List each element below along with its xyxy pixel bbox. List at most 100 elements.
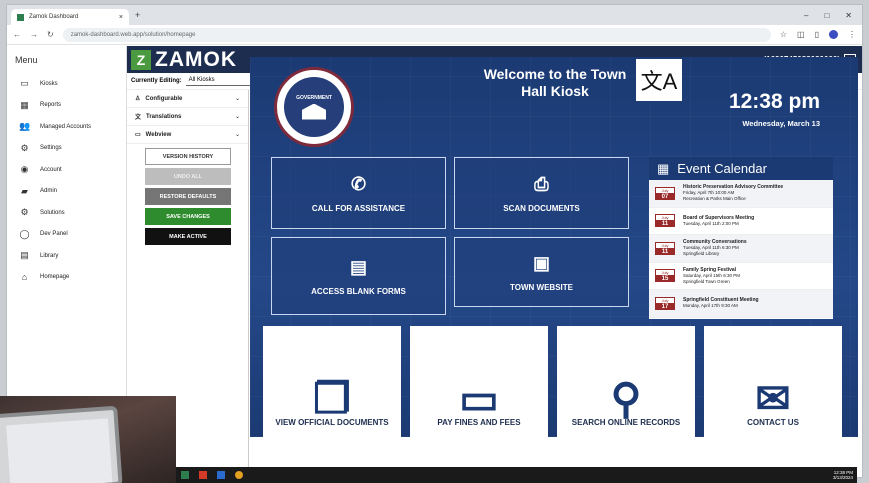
editing-label: Currently Editing:	[131, 78, 182, 84]
sidebar-item-solutions[interactable]: ⚙ Solutions	[7, 202, 126, 224]
sidebar-item-label: Kiosks	[40, 80, 58, 87]
browser-menu-icon[interactable]: ⋮	[848, 30, 856, 39]
app-icon[interactable]	[217, 471, 225, 479]
app-icon[interactable]	[181, 471, 189, 479]
sidebar-item-account[interactable]: ◉ Account	[7, 159, 126, 181]
solutions-icon: ⚙	[20, 207, 29, 218]
tab-favicon-icon	[17, 13, 24, 21]
logo-mark: Z	[131, 49, 151, 70]
sidebar-item-label: Library	[40, 252, 59, 259]
config-section-webview[interactable]: ▭ Webview ⌄	[127, 126, 248, 144]
sidebar-item-kiosks[interactable]: ▭ Kiosks	[7, 73, 126, 95]
monitor-icon: ▭	[20, 78, 29, 89]
configurable-icon: ♙	[135, 96, 141, 102]
scan-documents-tile[interactable]: ⎙ SCAN DOCUMENTS	[454, 157, 629, 229]
bookmark-star-icon[interactable]: ☆	[780, 30, 787, 39]
browser-tabbar: Zamok Dashboard × + – □ ✕	[7, 5, 862, 25]
extensions-icon[interactable]: ◫	[797, 30, 805, 39]
calendar-event[interactable]: July 15 Family Spring Festival Saturday, Ap…	[649, 263, 833, 290]
event-month: July	[655, 214, 675, 222]
dev-panel-icon: ◯	[19, 228, 30, 239]
browser-app-icon[interactable]	[235, 471, 243, 479]
welcome-heading: Welcome to the Town Hall Kiosk	[483, 66, 627, 99]
event-details: Board of Supervisors Meeting Tuesday, Apr…	[683, 215, 754, 227]
config-section-translations[interactable]: 文 Translations ⌄	[127, 108, 248, 126]
tile-label: PAY FINES AND FEES	[437, 418, 521, 427]
tile-label: VIEW OFFICIAL DOCUMENTS	[275, 418, 389, 427]
sidebar-item-label: Account	[40, 166, 62, 173]
calendar-event[interactable]: July 17 Springfield Constituent Meeting Mon…	[649, 290, 833, 318]
sidebar-item-admin[interactable]: ▰ Admin	[7, 181, 126, 203]
briefcase-icon: ▰	[21, 185, 28, 196]
pay-fines-and-fees-tile[interactable]: ▭ PAY FINES AND FEES	[410, 326, 548, 437]
new-tab-button[interactable]: +	[135, 10, 140, 20]
calendar-header: ▦ Event Calendar	[649, 157, 833, 180]
sidebar-item-managed-accounts[interactable]: 👥 Managed Accounts	[7, 116, 126, 138]
sidebar-item-reports[interactable]: ▦ Reports	[7, 95, 126, 117]
sidebar-item-homepage[interactable]: ⌂ Homepage	[7, 267, 126, 289]
version-history-button[interactable]: VERSION HISTORY	[145, 148, 231, 165]
contact-us-tile[interactable]: ✉ CONTACT US	[704, 326, 842, 437]
sidebar-icon[interactable]: ▯	[815, 30, 819, 39]
sidebar-item-label: Managed Accounts	[40, 123, 92, 130]
event-day: 07	[655, 193, 675, 200]
calendar-event[interactable]: July 11 Board of Supervisors Meeting Tuesda…	[649, 208, 833, 235]
sidebar-item-label: Solutions	[40, 209, 65, 216]
sidebar-item-library[interactable]: ▤ Library	[7, 245, 126, 267]
minimize-button[interactable]: –	[804, 11, 808, 20]
tab-title: Zamok Dashboard	[29, 14, 79, 20]
kiosk-clock: 12:38 pm	[728, 90, 820, 113]
restore-defaults-button[interactable]: RESTORE DEFAULTS	[145, 188, 231, 205]
event-details: Historic Preservation Advisory Committee…	[683, 184, 783, 202]
event-day: 17	[655, 303, 675, 310]
event-month: July	[655, 241, 675, 249]
browser-tab[interactable]: Zamok Dashboard ×	[11, 9, 129, 25]
access-blank-forms-tile[interactable]: ▤ ACCESS BLANK FORMS	[271, 237, 446, 315]
chevron-down-icon: ⌄	[234, 132, 240, 138]
close-window-button[interactable]: ✕	[845, 11, 852, 20]
undo-all-button[interactable]: UNDO ALL	[145, 168, 231, 185]
town-website-tile[interactable]: ▣ TOWN WEBSITE	[454, 237, 629, 307]
event-details: Community Conversations Tuesday, April 11…	[683, 239, 747, 257]
search-online-records-tile[interactable]: ⚲ SEARCH ONLINE RECORDS	[557, 326, 695, 437]
call-for-assistance-tile[interactable]: ✆ CALL FOR ASSISTANCE	[271, 157, 446, 229]
event-date-badge: July 11	[655, 241, 675, 255]
profile-avatar[interactable]	[829, 30, 838, 39]
config-section-label: Webview	[145, 131, 172, 138]
app-icon[interactable]	[199, 471, 207, 479]
kiosk-preview: GOVERNMENT Welcome to the Town Hall Kios…	[250, 57, 858, 437]
event-month: July	[655, 296, 675, 304]
calendar-event[interactable]: July 07 Historic Preservation Advisory Com…	[649, 180, 833, 208]
translate-icon[interactable]: 文A	[636, 59, 682, 101]
event-place: Springfield Town Green	[683, 278, 730, 284]
sidebar-item-dev-panel[interactable]: ◯ Dev Panel	[7, 224, 126, 246]
forward-icon[interactable]: →	[30, 30, 38, 39]
monitor-screen	[6, 418, 113, 483]
event-date-badge: July 17	[655, 296, 675, 310]
sidebar-item-label: Settings	[40, 145, 62, 152]
calendar-event[interactable]: July 11 Community Conversations Tuesday, Ap…	[649, 235, 833, 263]
tab-close-icon[interactable]: ×	[119, 14, 123, 21]
event-time: Tuesday, April 11th 6:30 PM	[683, 245, 739, 251]
photo-overlay	[0, 396, 176, 483]
os-taskbar: 12:38 PM 3/13/2024	[176, 467, 857, 483]
forms-icon: ▤	[349, 256, 367, 277]
documents-icon: ❐	[313, 375, 351, 422]
event-time: Monday, April 17th 9:30 AM	[683, 303, 738, 309]
town-seal: GOVERNMENT	[274, 67, 354, 147]
seal-inner: GOVERNMENT	[284, 77, 344, 137]
maximize-button[interactable]: □	[824, 11, 829, 20]
sidebar-item-label: Reports	[40, 102, 62, 109]
view-official-documents-tile[interactable]: ❐ VIEW OFFICIAL DOCUMENTS	[263, 326, 401, 437]
calendar-title: Event Calendar	[677, 161, 767, 176]
event-day: 15	[655, 276, 675, 283]
save-changes-button[interactable]: SAVE CHANGES	[145, 208, 231, 225]
event-calendar[interactable]: ▦ Event Calendar July 07 Historic Preserva…	[649, 157, 833, 319]
config-section-configurable[interactable]: ♙ Configurable ⌄	[127, 90, 248, 108]
back-icon[interactable]: ←	[13, 30, 21, 39]
reload-icon[interactable]: ↻	[47, 30, 54, 39]
url-field[interactable]: zamok-dashboard.web.app/solution/homepag…	[62, 27, 771, 42]
make-active-button[interactable]: MAKE ACTIVE	[145, 228, 231, 245]
seal-text: GOVERNMENT	[296, 94, 332, 101]
sidebar-item-settings[interactable]: ⚙ Settings	[7, 138, 126, 160]
